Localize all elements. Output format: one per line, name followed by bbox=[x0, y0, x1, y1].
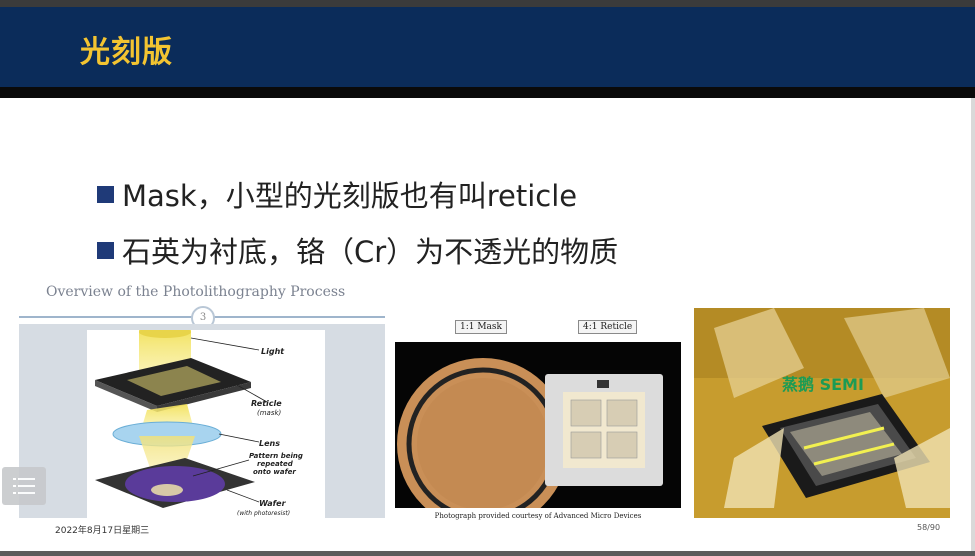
photo-credit: Photograph provided courtesy of Advanced… bbox=[434, 512, 642, 520]
window-top-strip bbox=[0, 0, 975, 7]
bullet-item: Mask，小型的光刻版也有叫reticle bbox=[97, 166, 618, 222]
mask-reticle-photo bbox=[395, 342, 681, 530]
label-lens: Lens bbox=[259, 439, 280, 448]
figure-title: Overview of the Photolithography Process bbox=[46, 284, 346, 300]
bullet-square-icon bbox=[97, 241, 114, 259]
figure-diagram-area: Light Reticle (mask) Lens Pattern being … bbox=[87, 326, 325, 518]
slide-menu-button[interactable] bbox=[2, 467, 46, 505]
slide-header: 光刻版 bbox=[0, 7, 975, 87]
slide-right-edge bbox=[971, 98, 975, 551]
bullet-text: Mask，小型的光刻版也有叫reticle bbox=[122, 179, 578, 213]
bullet-square-icon bbox=[97, 185, 114, 203]
bullet-list: Mask，小型的光刻版也有叫reticle 石英为衬底，铬（Cr）为不透光的物质 bbox=[97, 166, 618, 278]
label-mask-note: (mask) bbox=[257, 409, 282, 417]
bullet-text: 石英为衬底，铬（Cr）为不透光的物质 bbox=[122, 235, 619, 269]
label-pattern-2: repeated bbox=[257, 460, 294, 468]
list-menu-icon bbox=[13, 478, 35, 494]
label-reticle: Reticle bbox=[251, 399, 282, 408]
cleanroom-reticle-photo: 蒸鹅 SEMI bbox=[694, 308, 950, 518]
cleanroom-illustration: 蒸鹅 SEMI bbox=[694, 308, 950, 518]
mask-reticle-photo-figure: 1:1 Mask 4:1 Reticle Photograph provided… bbox=[393, 308, 683, 530]
reticle-caption: 4:1 Reticle bbox=[578, 320, 638, 334]
label-wafer-note: (with photoresist) bbox=[237, 510, 290, 517]
window-bottom-strip bbox=[0, 551, 975, 556]
mask-caption: 1:1 Mask bbox=[455, 320, 507, 334]
page-number: 58/90 bbox=[917, 523, 941, 532]
photolithography-diagram: Light Reticle (mask) Lens Pattern being … bbox=[95, 326, 303, 517]
mask-reticle-illustration bbox=[397, 358, 663, 530]
label-wafer: Wafer bbox=[259, 499, 287, 508]
footer-date: 2022年8月17日星期三 bbox=[55, 526, 150, 536]
label-pattern-3: onto wafer bbox=[253, 468, 296, 476]
label-light: Light bbox=[261, 347, 285, 356]
photolithography-overview-figure: Overview of the Photolithography Process… bbox=[19, 270, 385, 518]
photo-watermark: 蒸鹅 SEMI bbox=[782, 375, 864, 394]
header-divider bbox=[0, 87, 975, 98]
label-pattern-1: Pattern being bbox=[249, 452, 303, 460]
slide-title: 光刻版 bbox=[80, 35, 173, 70]
